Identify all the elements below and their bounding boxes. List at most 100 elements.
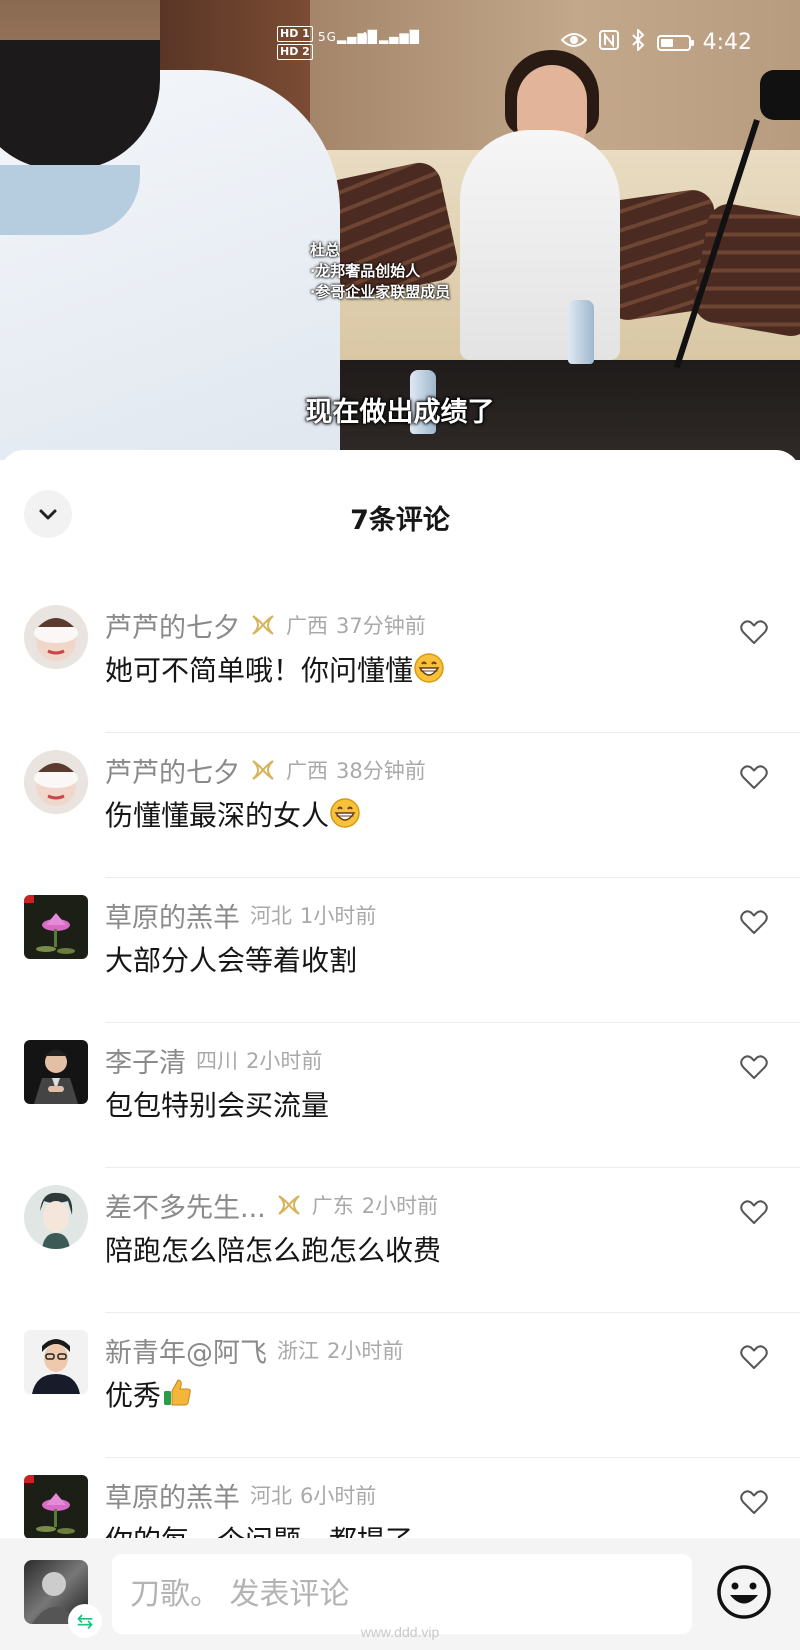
commenter-avatar[interactable] (24, 605, 88, 669)
watermark: www.ddd.vip (360, 1624, 440, 1640)
commenter-name[interactable]: 草原的羔羊 (105, 896, 240, 935)
status-bar: HD 1 HD 2 5G ▂▄▆█ 4G▂▄▆█ 4:42 (0, 26, 800, 66)
heart-icon[interactable] (740, 1199, 768, 1225)
comment-sheet: 7条评论 芦芦的七夕 广西 37分钟前 她可不简单哦！你问懂懂 芦芦的七夕 广西 38分钟前… (0, 450, 800, 1650)
comment-time: 38分钟前 (336, 759, 426, 783)
comment-input[interactable] (112, 1554, 692, 1634)
video-man-collar (0, 165, 140, 235)
heart-icon[interactable] (740, 619, 768, 645)
vip-badge-icon (278, 1195, 300, 1215)
signal-4g-label: 4G (360, 30, 379, 44)
signal-5g-label: 5G (318, 30, 337, 44)
comment-text-wrap[interactable]: 优秀 (105, 1374, 193, 1414)
commenter-avatar[interactable] (24, 1330, 88, 1394)
comment-time: 6小时前 (300, 1484, 377, 1508)
commenter-name[interactable]: 芦芦的七夕 (105, 606, 240, 645)
commenter-avatar[interactable] (24, 1040, 88, 1104)
comment-item[interactable]: 新青年@阿飞 浙江 2小时前优秀 (0, 1330, 800, 1475)
comment-list[interactable]: 芦芦的七夕 广西 37分钟前 她可不简单哦！你问懂懂 芦芦的七夕 广西 38分钟前 伤懂懂最深… (0, 605, 800, 1620)
comment-meta: 芦芦的七夕 广西 37分钟前 (105, 606, 426, 645)
comment-text-wrap[interactable]: 陪跑怎么陪怎么跑怎么收费 (105, 1229, 441, 1269)
comment-item[interactable]: 芦芦的七夕 广西 37分钟前她可不简单哦！你问懂懂 (0, 605, 800, 750)
comment-time: 2小时前 (327, 1339, 404, 1363)
comment-time: 2小时前 (246, 1049, 323, 1073)
comment-location: 四川 (196, 1049, 238, 1073)
comment-location: 河北 (250, 1484, 292, 1508)
comment-meta: 新青年@阿飞 浙江 2小时前 (105, 1331, 404, 1370)
comment-divider (105, 1022, 800, 1023)
vip-badge-icon (252, 615, 274, 635)
grin-emoji-icon (414, 653, 444, 683)
grin-emoji-icon (330, 798, 360, 828)
commenter-name[interactable]: 李子清 (105, 1041, 186, 1080)
heart-icon[interactable] (740, 1054, 768, 1080)
comment-item[interactable]: 李子清 四川 2小时前包包特别会买流量 (0, 1040, 800, 1185)
comment-item[interactable]: 草原的羔羊 河北 1小时前大部分人会等着收割 (0, 895, 800, 1040)
comment-text: 她可不简单哦！你问懂懂 (105, 654, 414, 687)
comment-text-wrap[interactable]: 大部分人会等着收割 (105, 939, 357, 979)
heart-icon[interactable] (740, 1489, 768, 1515)
comment-time: 1小时前 (300, 904, 377, 928)
heart-icon[interactable] (740, 909, 768, 935)
comment-location: 广西 (286, 759, 328, 783)
hd1-label: HD 1 (277, 26, 313, 42)
commenter-name[interactable]: 芦芦的七夕 (105, 751, 240, 790)
vip-badge-icon (252, 760, 274, 780)
comment-meta: 草原的羔羊 河北 6小时前 (105, 1476, 377, 1515)
commenter-name[interactable]: 新青年@阿飞 (105, 1331, 267, 1370)
comment-text: 优秀 (105, 1379, 162, 1412)
commenter-avatar[interactable] (24, 895, 88, 959)
caption-line: ·参哥企业家联盟成员 (310, 283, 451, 301)
heart-icon[interactable] (740, 1344, 768, 1370)
comment-text-wrap[interactable]: 包包特别会买流量 (105, 1084, 329, 1124)
comment-location: 河北 (250, 904, 292, 928)
battery-level (660, 38, 673, 47)
signal-4g: 4G▂▄▆█ (360, 30, 420, 44)
caption-line: 杜总 (310, 241, 341, 259)
comment-divider (105, 732, 800, 733)
comment-item[interactable]: 差不多先生... 广东 2小时前陪跑怎么陪怎么跑怎么收费 (0, 1185, 800, 1330)
comment-text-wrap[interactable]: 伤懂懂最深的女人 (105, 794, 361, 834)
video-woman (460, 130, 620, 360)
comment-text: 陪跑怎么陪怎么跑怎么收费 (105, 1234, 442, 1267)
comment-meta: 芦芦的七夕 广西 38分钟前 (105, 751, 426, 790)
comment-location: 浙江 (277, 1339, 319, 1363)
comment-count-title: 7条评论 (350, 505, 450, 536)
sim-indicators: HD 1 HD 2 (277, 26, 313, 62)
status-right: 4:42 (560, 27, 752, 56)
comment-text: 包包特别会买流量 (105, 1089, 330, 1122)
hd2-label: HD 2 (277, 44, 313, 60)
comment-divider (105, 1312, 800, 1313)
bluetooth-icon (631, 27, 645, 56)
video-bottle (568, 300, 594, 364)
commenter-name[interactable]: 差不多先生... (105, 1186, 266, 1225)
eye-icon (560, 32, 588, 53)
commenter-avatar[interactable] (24, 1475, 88, 1539)
battery-icon (656, 34, 694, 51)
comment-meta: 李子清 四川 2小时前 (105, 1041, 323, 1080)
video-caption: 杜总 ·龙邦奢品创始人 ·参哥企业家联盟成员 (310, 240, 450, 303)
video-player[interactable]: 杜总 ·龙邦奢品创始人 ·参哥企业家联盟成员 现在做出成绩了 (0, 0, 800, 460)
comment-location: 广东 (311, 1194, 354, 1218)
comment-meta: 差不多先生... 广东 2小时前 (105, 1186, 439, 1225)
comment-text-wrap[interactable]: 她可不简单哦！你问懂懂 (105, 649, 445, 689)
comment-time: 2小时前 (361, 1194, 439, 1218)
video-camera (760, 70, 800, 120)
nfc-icon (598, 30, 619, 55)
commenter-name[interactable]: 草原的羔羊 (105, 1476, 240, 1515)
signal-bars-icon: ▂▄▆█ (378, 30, 420, 44)
comment-divider (105, 877, 800, 878)
comment-meta: 草原的羔羊 河北 1小时前 (105, 896, 377, 935)
comment-text: 大部分人会等着收割 (105, 944, 358, 977)
commenter-avatar[interactable] (24, 750, 88, 814)
comment-text: 伤懂懂最深的女人 (105, 799, 330, 832)
thumbs-up-emoji-icon (164, 1379, 191, 1406)
comment-item[interactable]: 芦芦的七夕 广西 38分钟前 伤懂懂最深的女人 (0, 750, 800, 895)
smiley-icon[interactable] (716, 1564, 772, 1620)
heart-icon[interactable] (740, 764, 768, 790)
comment-divider (105, 1167, 800, 1168)
clock: 4:42 (702, 30, 752, 55)
comment-time: 37分钟前 (336, 614, 426, 638)
comment-divider (105, 1457, 800, 1458)
commenter-avatar[interactable] (24, 1185, 88, 1249)
